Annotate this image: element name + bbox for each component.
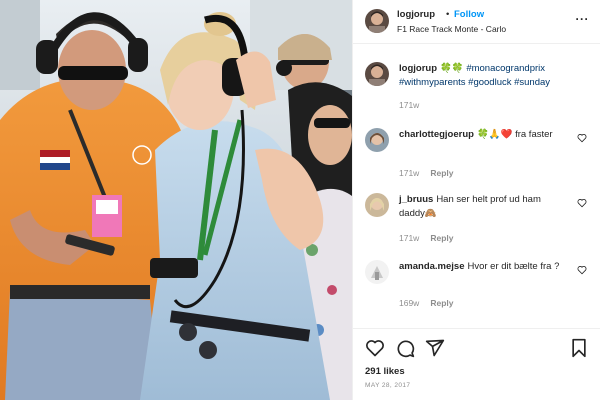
comment-username[interactable]: j_bruus bbox=[399, 194, 433, 205]
comment-age: 169w bbox=[399, 298, 420, 308]
comment-meta: 171w Reply bbox=[399, 233, 453, 243]
heart-icon[interactable] bbox=[365, 338, 385, 358]
comment-text: j_bruus Han ser helt prof ud ham daddy🙈 bbox=[399, 193, 569, 220]
comment-username[interactable]: charlottegjoerup bbox=[399, 129, 474, 140]
comment-age: 171w bbox=[399, 168, 420, 178]
comment-username[interactable]: amanda.mejse bbox=[399, 261, 464, 272]
post-actions: 291 likes MAY 28, 2017 bbox=[353, 328, 600, 400]
caption-age: 171w bbox=[399, 100, 420, 110]
commenter-avatar[interactable] bbox=[365, 260, 389, 284]
comment-meta: 171w Reply bbox=[399, 168, 453, 178]
comment-text: amanda.mejse Hvor er dit bælte fra ? bbox=[399, 260, 569, 274]
comment-text: charlottegjoerup 🍀🙏❤️ fra faster bbox=[399, 128, 569, 142]
post-location[interactable]: F1 Race Track Monte - Carlo bbox=[397, 24, 506, 34]
reply-button[interactable]: Reply bbox=[430, 233, 453, 243]
comment-body: 🍀🙏❤️ fra faster bbox=[476, 129, 553, 140]
commenter-avatar[interactable] bbox=[365, 193, 389, 217]
share-icon[interactable] bbox=[425, 338, 445, 358]
reply-button[interactable]: Reply bbox=[430, 298, 453, 308]
more-icon[interactable]: ··· bbox=[576, 12, 590, 26]
caption-meta: 171w bbox=[399, 100, 419, 110]
post-photo[interactable] bbox=[0, 0, 352, 400]
caption-avatar[interactable] bbox=[365, 62, 389, 86]
post-image bbox=[0, 0, 352, 400]
caption-username[interactable]: logjorup bbox=[399, 63, 437, 74]
follow-button[interactable]: Follow bbox=[454, 9, 484, 20]
reply-button[interactable]: Reply bbox=[430, 168, 453, 178]
caption-text: logjorup 🍀🍀 #monacograndprix #withmyparen… bbox=[399, 62, 569, 89]
small-heart-icon[interactable] bbox=[577, 198, 587, 208]
caption-emoji: 🍀🍀 bbox=[440, 63, 464, 74]
comment-body: Hvor er dit bælte fra ? bbox=[467, 261, 560, 272]
commenter-avatar[interactable] bbox=[365, 128, 389, 152]
likes-count[interactable]: 291 likes bbox=[365, 366, 405, 377]
post-details-panel: logjorup • Follow F1 Race Track Monte - … bbox=[352, 0, 600, 400]
post-date: MAY 28, 2017 bbox=[365, 382, 411, 389]
comment-meta: 169w Reply bbox=[399, 298, 453, 308]
comment-age: 171w bbox=[399, 233, 420, 243]
author-username[interactable]: logjorup bbox=[397, 9, 435, 20]
comment-icon[interactable] bbox=[395, 338, 415, 358]
post-header: logjorup • Follow F1 Race Track Monte - … bbox=[353, 0, 600, 44]
small-heart-icon[interactable] bbox=[577, 265, 587, 275]
separator-dot: • bbox=[446, 9, 450, 20]
author-avatar[interactable] bbox=[365, 9, 389, 33]
small-heart-icon[interactable] bbox=[577, 133, 587, 143]
bookmark-icon[interactable] bbox=[569, 338, 589, 358]
